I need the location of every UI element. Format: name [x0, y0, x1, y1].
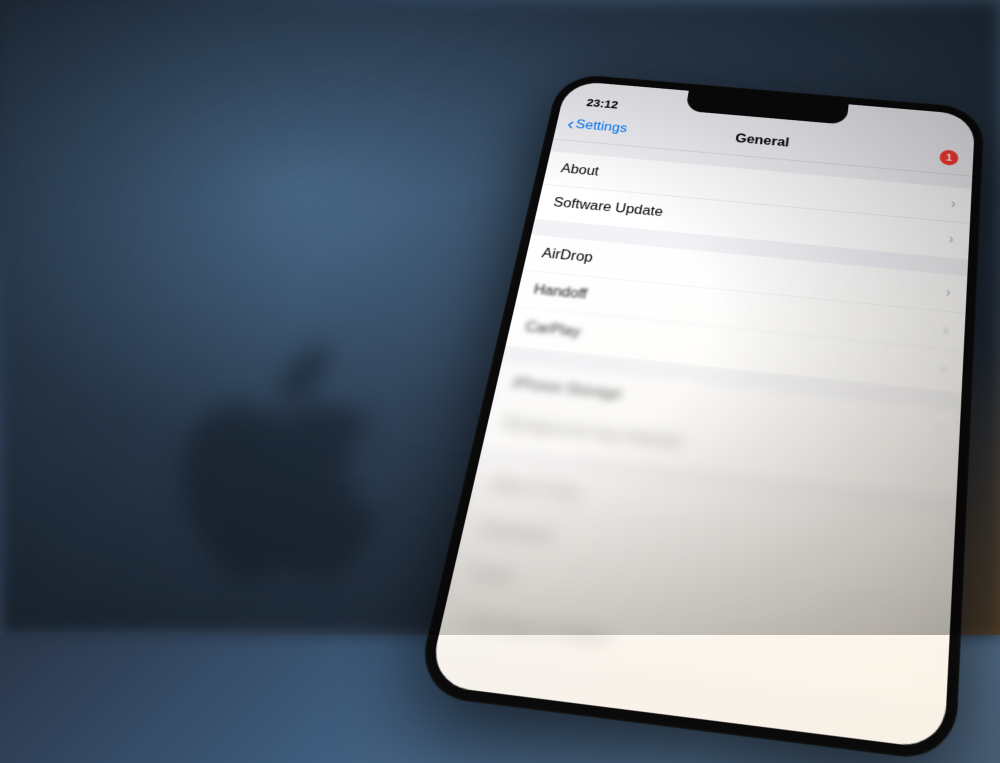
chevron-right-icon: ›: [937, 420, 943, 438]
chevron-right-icon: ›: [931, 525, 938, 544]
notification-badge: 1: [939, 149, 958, 166]
back-label: Settings: [574, 118, 628, 136]
chevron-right-icon: ›: [928, 571, 935, 591]
chevron-right-icon: ›: [945, 285, 951, 301]
settings-group: AirDrop › Handoff › CarPlay ›: [506, 235, 968, 392]
page-title: General: [734, 132, 790, 150]
chevron-right-icon: ›: [948, 232, 954, 247]
chevron-right-icon: ›: [950, 197, 956, 212]
status-time: 23:12: [585, 97, 619, 111]
back-button[interactable]: ‹ Settings: [566, 116, 629, 137]
chevron-right-icon: ›: [926, 618, 933, 638]
chevron-right-icon: ›: [923, 667, 930, 688]
apple-logo-background: [180, 340, 400, 600]
settings-group: Date & Time › Keyboard › Fonts › Languag…: [437, 462, 955, 705]
chevron-right-icon: ›: [943, 322, 949, 338]
chevron-right-icon: ›: [941, 362, 947, 379]
chevron-right-icon: ›: [935, 462, 942, 480]
